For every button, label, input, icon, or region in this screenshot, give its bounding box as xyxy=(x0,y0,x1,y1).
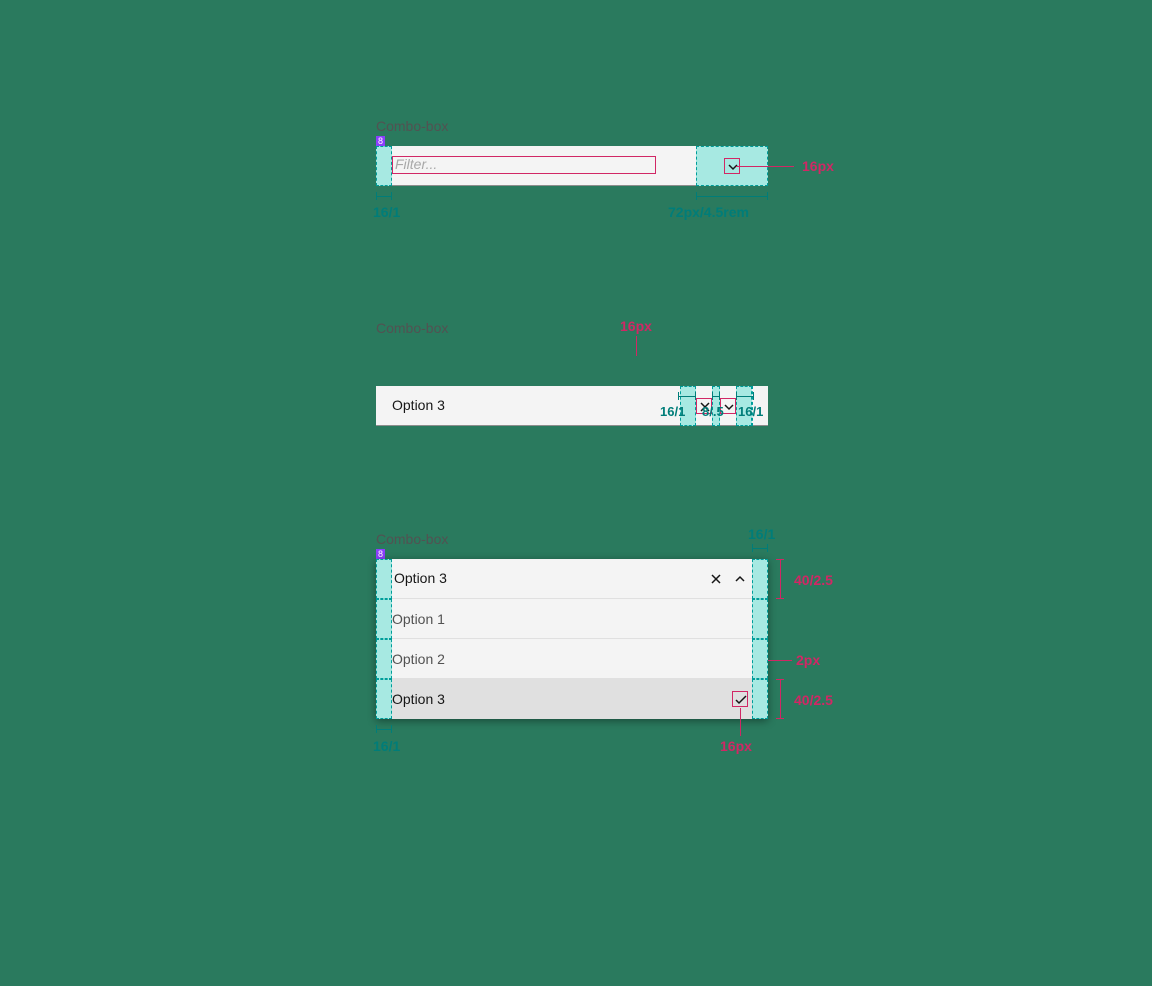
dim-label: 16/1 xyxy=(660,404,685,419)
padding-highlight xyxy=(376,599,392,639)
option-label: Option 2 xyxy=(392,651,445,667)
dim-marker xyxy=(376,725,392,733)
annotation-line xyxy=(636,336,637,356)
padding-highlight xyxy=(752,679,768,719)
dim-label: 16/1 xyxy=(373,738,400,754)
combo-box-open[interactable]: Option 3 Option 1 Option 2 Option 3 xyxy=(376,559,768,719)
dim-marker xyxy=(736,392,754,400)
dim-label: 72px/4.5rem xyxy=(668,204,749,220)
selected-value: Option 3 xyxy=(394,570,447,586)
combo-box-label: Combo-box xyxy=(376,118,448,134)
dim-label: 16/1 xyxy=(373,204,400,220)
text-input-outline[interactable]: Filter... xyxy=(392,156,656,174)
dim-label: 16/1 xyxy=(738,404,763,419)
annotation-line xyxy=(740,708,741,736)
combo-box-filter[interactable]: Filter... xyxy=(376,146,768,186)
dim-marker xyxy=(776,559,784,599)
dropdown-option-selected[interactable]: Option 3 xyxy=(376,679,768,719)
icon-size-note: 16px xyxy=(620,318,652,334)
gap-note: 2px xyxy=(796,652,820,668)
option-label: Option 3 xyxy=(392,691,445,707)
spacing-tag: 8 xyxy=(376,136,385,146)
selected-value: Option 3 xyxy=(392,397,445,413)
padding-highlight xyxy=(752,639,768,679)
dim-label: 40/2.5 xyxy=(794,572,833,588)
close-icon[interactable] xyxy=(708,571,724,592)
padding-highlight xyxy=(752,599,768,639)
dim-label: 8/.5 xyxy=(702,404,724,419)
dropdown-option[interactable]: Option 2 xyxy=(376,639,768,679)
annotation-line xyxy=(768,660,792,661)
dim-label: 40/2.5 xyxy=(794,692,833,708)
placeholder-text: Filter... xyxy=(395,156,437,172)
dim-label: 16/1 xyxy=(748,526,775,542)
spacing-tag: 8 xyxy=(376,549,385,559)
padding-highlight xyxy=(376,639,392,679)
dropdown-option[interactable]: Option 1 xyxy=(376,599,768,639)
combo-box-label: Combo-box xyxy=(376,320,448,336)
checkmark-icon xyxy=(732,691,748,707)
combo-box-label: Combo-box xyxy=(376,531,448,547)
padding-highlight xyxy=(376,679,392,719)
dim-marker xyxy=(752,544,768,552)
padding-highlight xyxy=(376,559,392,599)
dim-marker xyxy=(678,392,696,400)
chevron-up-icon[interactable] xyxy=(732,571,748,592)
dropdown-header[interactable]: Option 3 xyxy=(376,559,768,599)
dim-marker xyxy=(696,192,768,200)
icon-size-note: 16px xyxy=(802,158,834,174)
padding-highlight xyxy=(376,146,392,186)
icon-size-note: 16px xyxy=(720,738,752,754)
annotation-line xyxy=(736,166,794,167)
dim-marker xyxy=(712,392,720,400)
dim-marker xyxy=(376,192,392,200)
padding-highlight xyxy=(752,559,768,599)
option-label: Option 1 xyxy=(392,611,445,627)
dim-marker xyxy=(776,679,784,719)
